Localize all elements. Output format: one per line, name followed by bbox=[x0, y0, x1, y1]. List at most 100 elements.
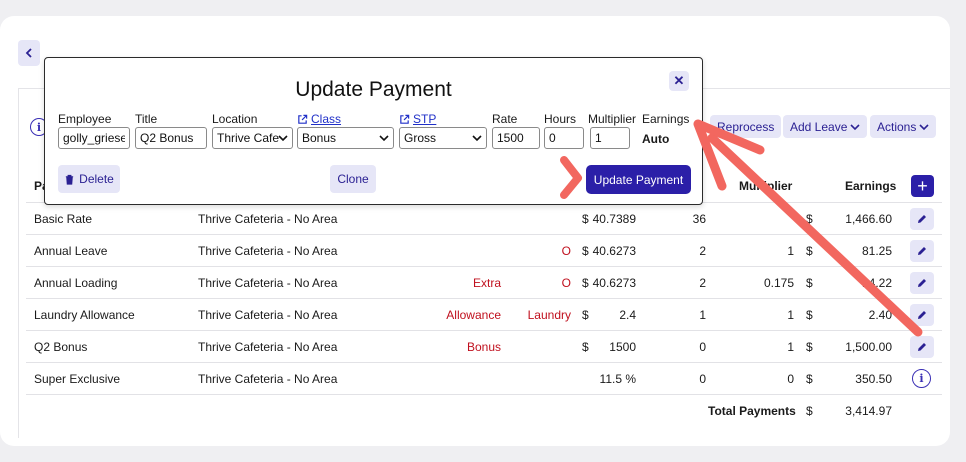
back-button[interactable] bbox=[18, 40, 40, 66]
column-header-earnings: Earnings bbox=[845, 179, 897, 193]
edit-button[interactable] bbox=[910, 304, 934, 326]
info-icon[interactable]: i bbox=[912, 369, 931, 388]
edit-button[interactable] bbox=[910, 336, 934, 358]
earnings-currency-cell: $ bbox=[806, 212, 813, 226]
stp-link[interactable]: STP bbox=[399, 112, 436, 126]
edit-button[interactable] bbox=[910, 240, 934, 262]
earnings-cell: 81.25 bbox=[861, 244, 892, 258]
pay-name-cell: Basic Rate bbox=[34, 212, 93, 226]
hours-cell: 2 bbox=[699, 244, 706, 258]
earnings-currency-cell: $ bbox=[806, 372, 813, 386]
pencil-icon bbox=[918, 247, 926, 255]
total-row: Total Payments $ 3,414.97 bbox=[26, 394, 942, 426]
update-payment-button[interactable]: Update Payment bbox=[586, 165, 691, 194]
pay-name-cell: Laundry Allowance bbox=[34, 308, 135, 322]
location-select[interactable]: Thrive Cafe bbox=[212, 127, 293, 149]
title-label: Title bbox=[135, 112, 158, 126]
table-row: Laundry Allowance Thrive Cafeteria - No A… bbox=[26, 298, 942, 330]
earnings-label: Earnings bbox=[642, 112, 690, 126]
location-cell: Thrive Cafeteria - No Area bbox=[198, 212, 338, 226]
pay-name-cell: Annual Leave bbox=[34, 244, 108, 258]
close-button[interactable]: ✕ bbox=[669, 71, 689, 91]
rate-cell: 2.4 bbox=[619, 308, 636, 322]
update-payment-modal: Update Payment ✕ Employee Title Location… bbox=[44, 57, 703, 205]
pay-name-cell: Annual Loading bbox=[34, 276, 118, 290]
multiplier-cell: 0.175 bbox=[763, 276, 794, 290]
multiplier-label: Multiplier bbox=[588, 112, 637, 126]
delete-button[interactable]: Delete bbox=[58, 165, 120, 193]
hours-cell: 0 bbox=[699, 340, 706, 354]
hours-cell: 2 bbox=[699, 276, 706, 290]
edit-button[interactable] bbox=[910, 208, 934, 230]
location-cell: Thrive Cafeteria - No Area bbox=[198, 372, 338, 386]
hours-field[interactable] bbox=[544, 127, 584, 149]
actions-button[interactable]: Actions bbox=[870, 115, 937, 138]
add-leave-button[interactable]: Add Leave bbox=[783, 115, 868, 138]
pencil-icon bbox=[918, 279, 926, 287]
location-selected-value: Thrive Cafe bbox=[217, 131, 280, 145]
employee-field[interactable] bbox=[58, 127, 130, 149]
actions-label: Actions bbox=[877, 119, 917, 134]
table-row: Q2 Bonus Thrive Cafeteria - No Area Bonus $… bbox=[26, 330, 942, 362]
table-row: Annual Leave Thrive Cafeteria - No Area O $… bbox=[26, 234, 942, 266]
stp-cell: Laundry bbox=[527, 308, 571, 322]
pencil-icon bbox=[918, 311, 926, 319]
stp-cell: O bbox=[561, 276, 571, 290]
add-payment-button[interactable]: + bbox=[911, 175, 934, 197]
class-select[interactable]: Bonus bbox=[297, 127, 394, 149]
earnings-currency-cell: $ bbox=[806, 340, 813, 354]
multiplier-field[interactable] bbox=[590, 127, 630, 149]
reprocess-button[interactable]: Reprocess bbox=[710, 115, 782, 138]
rate-field[interactable] bbox=[492, 127, 540, 149]
multiplier-cell: 1 bbox=[787, 244, 794, 258]
delete-label: Delete bbox=[79, 172, 114, 186]
title-field[interactable] bbox=[135, 127, 207, 149]
table-row: Basic Rate Thrive Cafeteria - No Area $40.… bbox=[26, 202, 942, 234]
chevron-down-icon bbox=[472, 135, 482, 142]
multiplier-cell: 1 bbox=[787, 308, 794, 322]
table-row: Super Exclusive Thrive Cafeteria - No Are… bbox=[26, 362, 942, 394]
earnings-cell: 2.40 bbox=[868, 308, 892, 322]
class-cell: Allowance bbox=[446, 308, 501, 322]
earnings-currency-cell: $ bbox=[806, 308, 813, 322]
chevron-left-icon bbox=[25, 48, 32, 58]
earnings-cell: 1,466.60 bbox=[845, 212, 892, 226]
external-link-icon bbox=[298, 114, 308, 124]
stp-label: STP bbox=[413, 112, 437, 126]
rate-cell: 40.6273 bbox=[592, 244, 636, 258]
chevron-down-icon bbox=[278, 135, 288, 142]
location-cell: Thrive Cafeteria - No Area bbox=[198, 244, 338, 258]
class-label: Class bbox=[311, 112, 342, 126]
modal-title: Update Payment bbox=[295, 78, 452, 101]
hours-cell: 0 bbox=[699, 372, 706, 386]
reprocess-label: Reprocess bbox=[717, 119, 775, 134]
rate-cell: 1500 bbox=[609, 340, 636, 354]
hours-label: Hours bbox=[544, 112, 577, 126]
earnings-auto-value: Auto bbox=[642, 132, 670, 146]
chevron-down-icon bbox=[379, 135, 389, 142]
chevron-down-icon bbox=[850, 123, 860, 130]
earnings-cell: 1,500.00 bbox=[845, 340, 892, 354]
edit-button[interactable] bbox=[910, 272, 934, 294]
rate-cell: 11.5 % bbox=[599, 372, 636, 386]
earnings-cell: 350.50 bbox=[855, 372, 892, 386]
clone-button[interactable]: Clone bbox=[330, 165, 376, 193]
employee-label: Employee bbox=[58, 112, 112, 126]
table-row: Annual Loading Thrive Cafeteria - No Area… bbox=[26, 266, 942, 298]
add-leave-label: Add Leave bbox=[790, 119, 848, 134]
location-label: Location bbox=[212, 112, 258, 126]
stp-selected-value: Gross bbox=[404, 131, 437, 145]
stp-cell: O bbox=[561, 244, 571, 258]
pay-name-cell: Super Exclusive bbox=[34, 372, 121, 386]
chevron-down-icon bbox=[919, 123, 929, 130]
pencil-icon bbox=[918, 215, 926, 223]
class-link[interactable]: Class bbox=[297, 112, 341, 126]
clone-label: Clone bbox=[337, 172, 369, 186]
rate-label: Rate bbox=[492, 112, 518, 126]
update-payment-label: Update Payment bbox=[593, 172, 684, 187]
plus-icon: + bbox=[917, 175, 928, 196]
stp-select[interactable]: Gross bbox=[399, 127, 487, 149]
class-cell: Extra bbox=[472, 276, 501, 290]
total-label: Total Payments bbox=[708, 404, 796, 418]
class-cell: Bonus bbox=[466, 340, 501, 354]
